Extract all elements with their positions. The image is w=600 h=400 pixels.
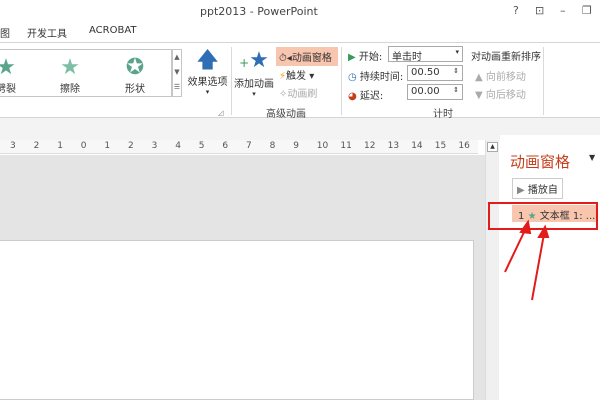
arrow-head <box>537 224 550 238</box>
arrow-line <box>531 233 545 301</box>
arrow-head <box>519 219 532 235</box>
annotation-arrows <box>504 219 550 301</box>
arrow-line <box>504 227 527 273</box>
